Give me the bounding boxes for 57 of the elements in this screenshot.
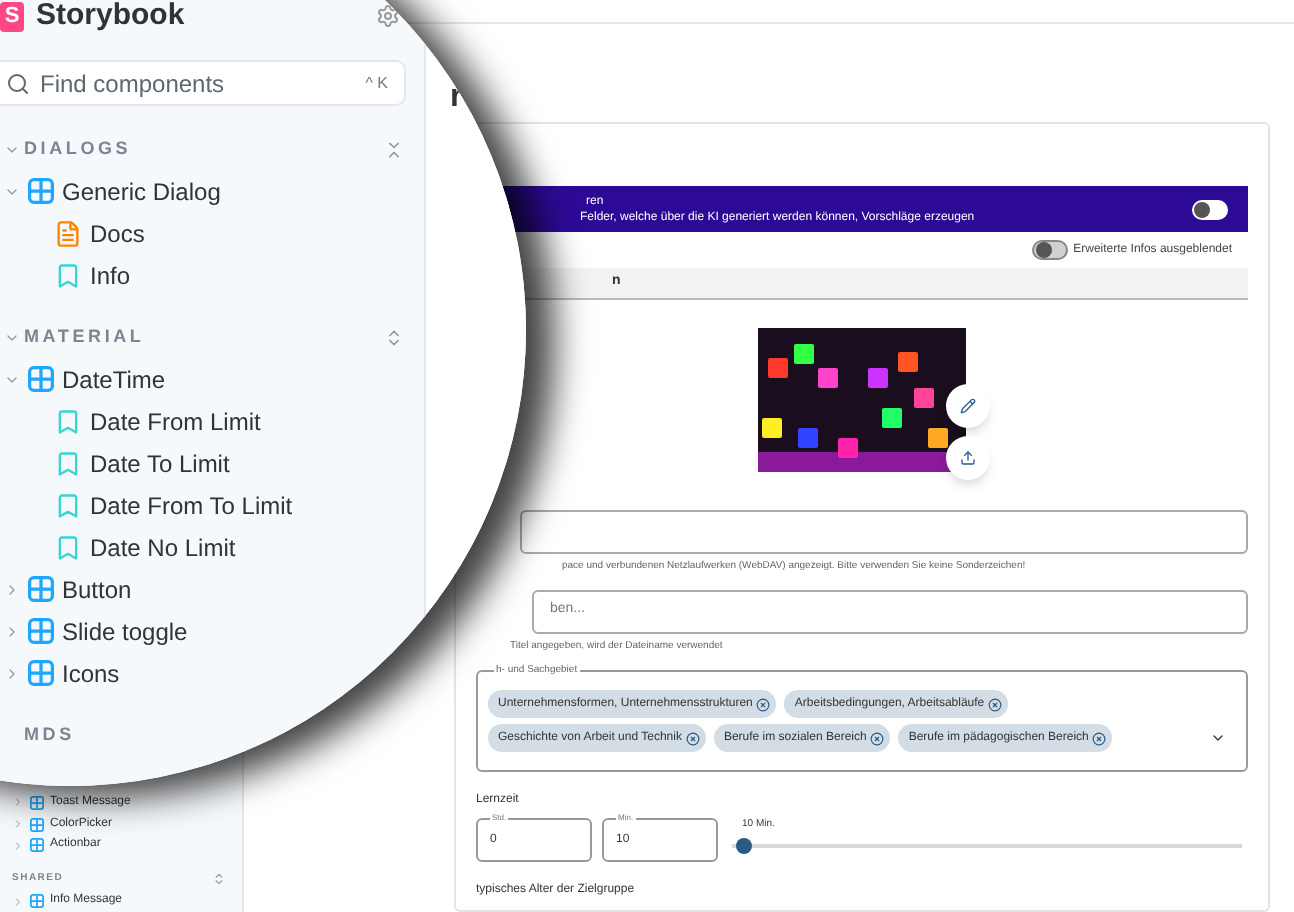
shortcut-hint: ^ K bbox=[365, 71, 388, 95]
section-title[interactable]: DIALOGS bbox=[24, 136, 384, 164]
tree-item[interactable]: Date From Limit bbox=[90, 403, 261, 439]
search-icon bbox=[6, 71, 30, 95]
tree-item[interactable]: Docs bbox=[90, 215, 145, 251]
component-icon bbox=[30, 894, 44, 909]
upload-icon bbox=[960, 450, 976, 467]
tree-item[interactable]: DateTime bbox=[62, 361, 166, 397]
slider-track[interactable] bbox=[732, 843, 1242, 848]
component-icon bbox=[30, 817, 44, 832]
component-icon bbox=[28, 660, 54, 686]
tree-item[interactable]: Date No Limit bbox=[90, 529, 236, 565]
tree-item[interactable]: Date From To Limit bbox=[90, 487, 293, 523]
expand-icon[interactable] bbox=[384, 328, 404, 348]
document-icon bbox=[54, 219, 82, 247]
slider-thumb[interactable] bbox=[735, 837, 752, 854]
section-title[interactable]: MATERIAL bbox=[24, 324, 384, 352]
component-icon bbox=[28, 366, 54, 392]
chevron-icon[interactable] bbox=[4, 330, 20, 346]
remove-icon[interactable] bbox=[988, 697, 1003, 712]
toggle-switch[interactable] bbox=[1192, 199, 1228, 220]
chevron-icon[interactable] bbox=[4, 665, 20, 681]
bookmark-icon bbox=[54, 407, 82, 435]
search-placeholder: Find components bbox=[40, 67, 227, 101]
tree-item[interactable]: Button bbox=[62, 571, 132, 607]
brand-name: Storybook bbox=[36, 0, 185, 36]
bookmark-icon bbox=[54, 449, 82, 477]
component-icon bbox=[28, 178, 54, 204]
component-icon bbox=[30, 838, 44, 853]
tree-item[interactable]: Date To Limit bbox=[90, 445, 230, 481]
tree-item[interactable]: Generic Dialog bbox=[62, 173, 221, 209]
bookmark-icon bbox=[54, 261, 82, 289]
upload-button[interactable] bbox=[946, 436, 990, 481]
bookmark-icon bbox=[54, 491, 82, 519]
chevron-icon[interactable] bbox=[4, 581, 20, 597]
component-icon bbox=[30, 795, 44, 810]
toggle-switch[interactable] bbox=[1031, 240, 1068, 261]
input-field[interactable] bbox=[520, 510, 1248, 555]
pencil-icon bbox=[960, 398, 976, 415]
chevron-icon[interactable] bbox=[4, 623, 20, 639]
tree-item[interactable]: Slide toggle bbox=[62, 613, 188, 649]
storybook-logo: S bbox=[0, 1, 24, 31]
chevron-icon[interactable] bbox=[4, 142, 20, 158]
settings-icon[interactable] bbox=[376, 4, 400, 28]
remove-icon[interactable] bbox=[870, 731, 885, 746]
edit-button[interactable] bbox=[946, 384, 990, 429]
collapse-icon[interactable] bbox=[384, 140, 404, 160]
tree-item[interactable]: Info bbox=[90, 257, 131, 293]
component-icon bbox=[28, 618, 54, 644]
bookmark-icon bbox=[54, 533, 82, 561]
section-title[interactable]: MDS bbox=[24, 722, 404, 750]
remove-icon[interactable] bbox=[756, 697, 771, 712]
remove-icon[interactable] bbox=[685, 731, 700, 746]
search-field[interactable]: Find components ^ K bbox=[0, 60, 406, 106]
remove-icon[interactable] bbox=[1092, 731, 1107, 746]
component-icon bbox=[28, 576, 54, 602]
tree-item[interactable]: Icons bbox=[62, 655, 120, 691]
